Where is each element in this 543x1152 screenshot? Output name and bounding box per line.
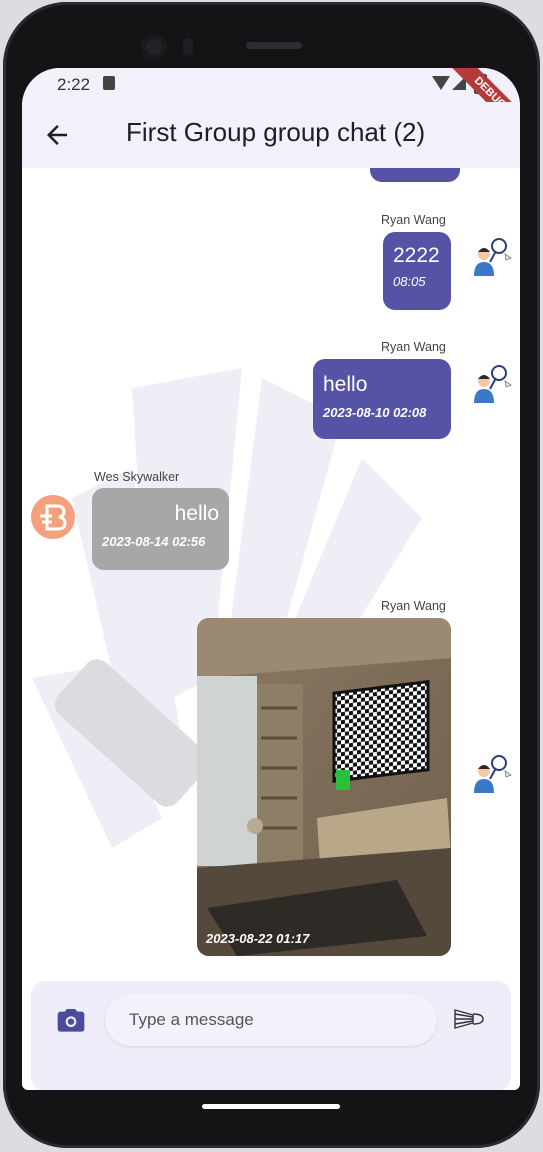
message-text: 2222	[393, 244, 440, 267]
message-time: 2023-08-10 02:08	[323, 405, 427, 420]
message-time: 08:05	[393, 274, 426, 289]
front-camera	[141, 34, 167, 60]
message-input[interactable]	[105, 994, 437, 1046]
room-photo	[197, 618, 451, 956]
message-time: 2023-08-22 01:17	[206, 931, 310, 946]
status-time: 2:22	[57, 75, 91, 94]
camera-icon[interactable]	[55, 1005, 87, 1037]
status-bar: 2:22 DEBUG	[22, 68, 520, 144]
badminton-player-avatar[interactable]	[466, 236, 512, 282]
message-text: hello	[323, 373, 368, 396]
page-title: First Group group chat (2)	[126, 117, 426, 147]
back-arrow-icon[interactable]	[42, 120, 72, 150]
app-bar: First Group group chat (2)	[22, 102, 520, 168]
message-text: hello	[174, 502, 219, 525]
message-bubble-partial	[370, 168, 460, 182]
image-message[interactable]: 2023-08-22 01:17	[197, 618, 451, 956]
home-indicator[interactable]	[202, 1104, 340, 1109]
message-bubble[interactable]: hello 2023-08-14 02:56	[92, 488, 229, 570]
sender-name: Wes Skywalker	[94, 470, 180, 484]
chat-area[interactable]: Ryan Wang 2222 08:05 Ryan Wang hello 202…	[22, 168, 520, 976]
message-composer	[31, 981, 511, 1090]
sender-name: Ryan Wang	[381, 213, 446, 227]
app-screen: 2:22 DEBUG First Group group chat (2) Ry…	[22, 68, 520, 1090]
badminton-player-avatar[interactable]	[466, 753, 512, 799]
message-bubble[interactable]: hello 2023-08-10 02:08	[313, 359, 451, 439]
message-bubble[interactable]: 2222 08:05	[383, 232, 451, 310]
brand-logo-avatar[interactable]	[30, 494, 76, 540]
proximity-sensor	[183, 38, 193, 56]
sender-name: Ryan Wang	[381, 599, 446, 613]
badminton-player-avatar[interactable]	[466, 363, 512, 409]
shuttlecock-send-icon[interactable]	[451, 1001, 487, 1037]
wifi-icon	[432, 76, 450, 90]
earpiece-speaker	[246, 42, 302, 49]
sd-card-icon	[103, 76, 115, 90]
sender-name: Ryan Wang	[381, 340, 446, 354]
message-time: 2023-08-14 02:56	[102, 534, 206, 549]
